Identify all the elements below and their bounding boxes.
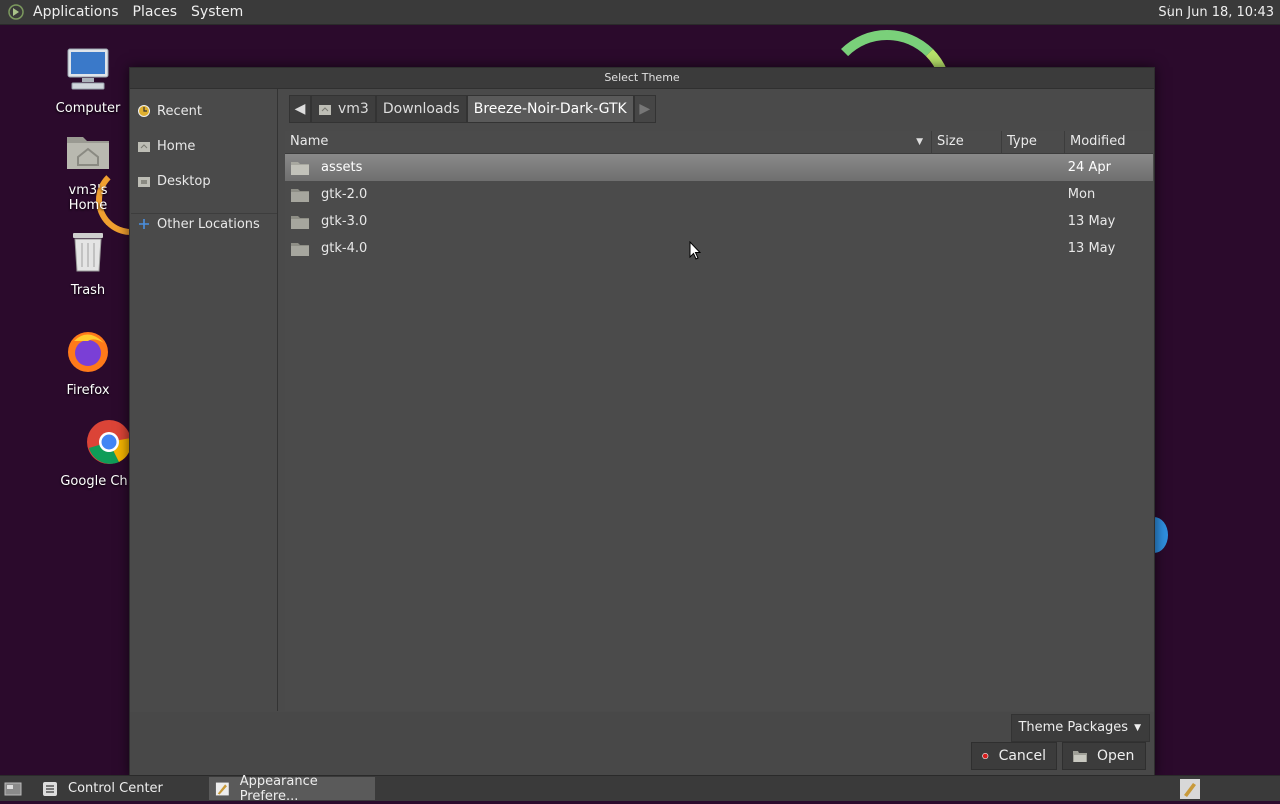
firefox-icon (68, 332, 108, 372)
cancel-label: Cancel (998, 748, 1046, 764)
control-center-icon (43, 781, 57, 796)
desktop-icon-label: Trash (70, 283, 106, 298)
computer-icon (67, 48, 109, 90)
chevron-right-icon: ▶ (639, 101, 651, 117)
show-desktop-icon[interactable] (4, 781, 22, 797)
menu-places[interactable]: Places (126, 4, 185, 20)
home-icon (319, 105, 331, 115)
file-name: gtk-2.0 (321, 187, 368, 202)
path-segment-current[interactable]: Breeze-Noir-Dark-GTK (466, 95, 634, 123)
taskbar-item-label: Appearance Prefere... (239, 773, 318, 804)
file-list: Name ▼ Size Type Modified assets 24 Apr … (285, 131, 1153, 711)
taskbar-item-label: Control Center (68, 781, 163, 796)
file-row[interactable]: assets 24 Apr (285, 154, 1153, 181)
file-row[interactable]: gtk-3.0 13 May (285, 208, 1153, 235)
chevron-left-icon: ◀ (294, 101, 306, 117)
desktop-icon-computer[interactable]: Computer (48, 45, 128, 116)
file-name: gtk-3.0 (321, 214, 368, 229)
desktop-folder-icon (138, 177, 150, 187)
menu-applications[interactable]: Applications (26, 4, 126, 20)
desktop-icon-label: vm3's Home (68, 183, 108, 213)
sidebar-item-label: Desktop (157, 173, 211, 189)
file-filter-value: Theme Packages (1018, 720, 1129, 735)
desktop-icon-label: Firefox (66, 383, 110, 398)
desktop-icon-label: Computer (55, 101, 121, 116)
folder-icon (291, 188, 309, 202)
file-filter-dropdown[interactable]: Theme Packages ▼ (1011, 714, 1150, 742)
open-button[interactable]: Open (1062, 742, 1146, 770)
open-folder-icon (1073, 751, 1087, 762)
bottom-taskbar: Control Center Appearance Prefere... (0, 774, 1280, 804)
path-scroll-left-button[interactable]: ◀ (289, 95, 311, 123)
path-segment-vm3[interactable]: vm3 (311, 95, 376, 123)
trash-icon (73, 233, 103, 272)
home-icon (138, 142, 150, 152)
desktop-icon-trash[interactable]: Trash (48, 227, 128, 298)
list-header: Name ▼ Size Type Modified (285, 131, 1153, 154)
folder-icon (291, 242, 309, 256)
workspace-switcher-icon[interactable] (1180, 778, 1200, 799)
path-scroll-right-button[interactable]: ▶ (633, 95, 656, 123)
sidebar-item-label: Other Locations (157, 216, 260, 232)
desktop-icon-label: Google Ch (60, 474, 128, 489)
mouse-cursor-icon (689, 241, 701, 260)
home-folder-icon (67, 137, 109, 169)
file-name: assets (321, 160, 363, 175)
file-chooser-main: ◀ vm3 Downloads Breeze-Noir-Dark-GTK ▶ N… (283, 89, 1153, 711)
column-label: Size (937, 134, 964, 149)
clock-icon (138, 105, 150, 117)
file-modified: Mon (1067, 187, 1096, 202)
sidebar-item-label: Recent (157, 103, 202, 119)
menu-system[interactable]: System (184, 4, 250, 20)
dialog-action-area: Theme Packages ▼ Cancel Open (130, 712, 1154, 776)
path-segment-downloads[interactable]: Downloads (375, 95, 467, 123)
file-row[interactable]: gtk-4.0 13 May (285, 235, 1153, 262)
chrome-icon (87, 420, 132, 464)
select-theme-dialog: Select Theme Recent Home Desktop Other L… (129, 67, 1155, 777)
desktop-icon-home[interactable]: vm3's Home (48, 127, 128, 213)
sidebar-item-home[interactable]: Home (137, 136, 195, 156)
path-bar: ◀ vm3 Downloads Breeze-Noir-Dark-GTK ▶ (289, 95, 656, 123)
folder-icon (291, 161, 309, 175)
top-panel: Applications Places System Sun Jun 18, 1… (0, 0, 1280, 25)
cancel-icon (982, 752, 989, 760)
sidebar-item-recent[interactable]: Recent (137, 101, 202, 121)
path-segment-label: Downloads (382, 101, 460, 117)
dialog-title[interactable]: Select Theme (130, 68, 1154, 89)
places-sidebar: Recent Home Desktop Other Locations (131, 89, 278, 711)
sort-descending-icon: ▼ (916, 137, 923, 147)
file-row[interactable]: gtk-2.0 Mon (285, 181, 1153, 208)
sidebar-item-desktop[interactable]: Desktop (137, 171, 211, 191)
folder-icon (291, 215, 309, 229)
file-name: gtk-4.0 (321, 241, 368, 256)
mate-logo-icon[interactable] (8, 4, 24, 20)
taskbar-item-appearance-preferences[interactable]: Appearance Prefere... (209, 774, 375, 804)
appearance-icon (215, 782, 229, 795)
cancel-button[interactable]: Cancel (971, 742, 1057, 770)
sidebar-item-other-locations[interactable]: Other Locations (137, 214, 260, 234)
path-segment-label: Breeze-Noir-Dark-GTK (473, 101, 627, 117)
column-label: Modified (1070, 134, 1126, 149)
sidebar-item-label: Home (157, 138, 196, 154)
column-header-type[interactable]: Type (1002, 131, 1065, 153)
file-modified: 24 Apr (1067, 160, 1111, 175)
column-label: Name (290, 134, 329, 149)
column-header-size[interactable]: Size (932, 131, 1002, 153)
path-segment-label: vm3 (338, 101, 369, 117)
file-modified: 13 May (1067, 214, 1116, 229)
open-label: Open (1097, 748, 1135, 764)
chevron-down-icon: ▼ (1134, 723, 1141, 733)
file-modified: 13 May (1067, 241, 1116, 256)
column-label: Type (1007, 134, 1037, 149)
desktop-icon-firefox[interactable]: Firefox (48, 327, 128, 398)
plus-icon (139, 219, 149, 229)
column-header-name[interactable]: Name ▼ (285, 131, 932, 153)
desktop-icon-chrome[interactable]: Google Ch (54, 418, 134, 489)
taskbar-item-control-center[interactable]: Control Center (36, 777, 201, 800)
clock[interactable]: Sun Jun 18, 10:43 (1158, 5, 1274, 20)
column-header-modified[interactable]: Modified (1065, 131, 1153, 153)
